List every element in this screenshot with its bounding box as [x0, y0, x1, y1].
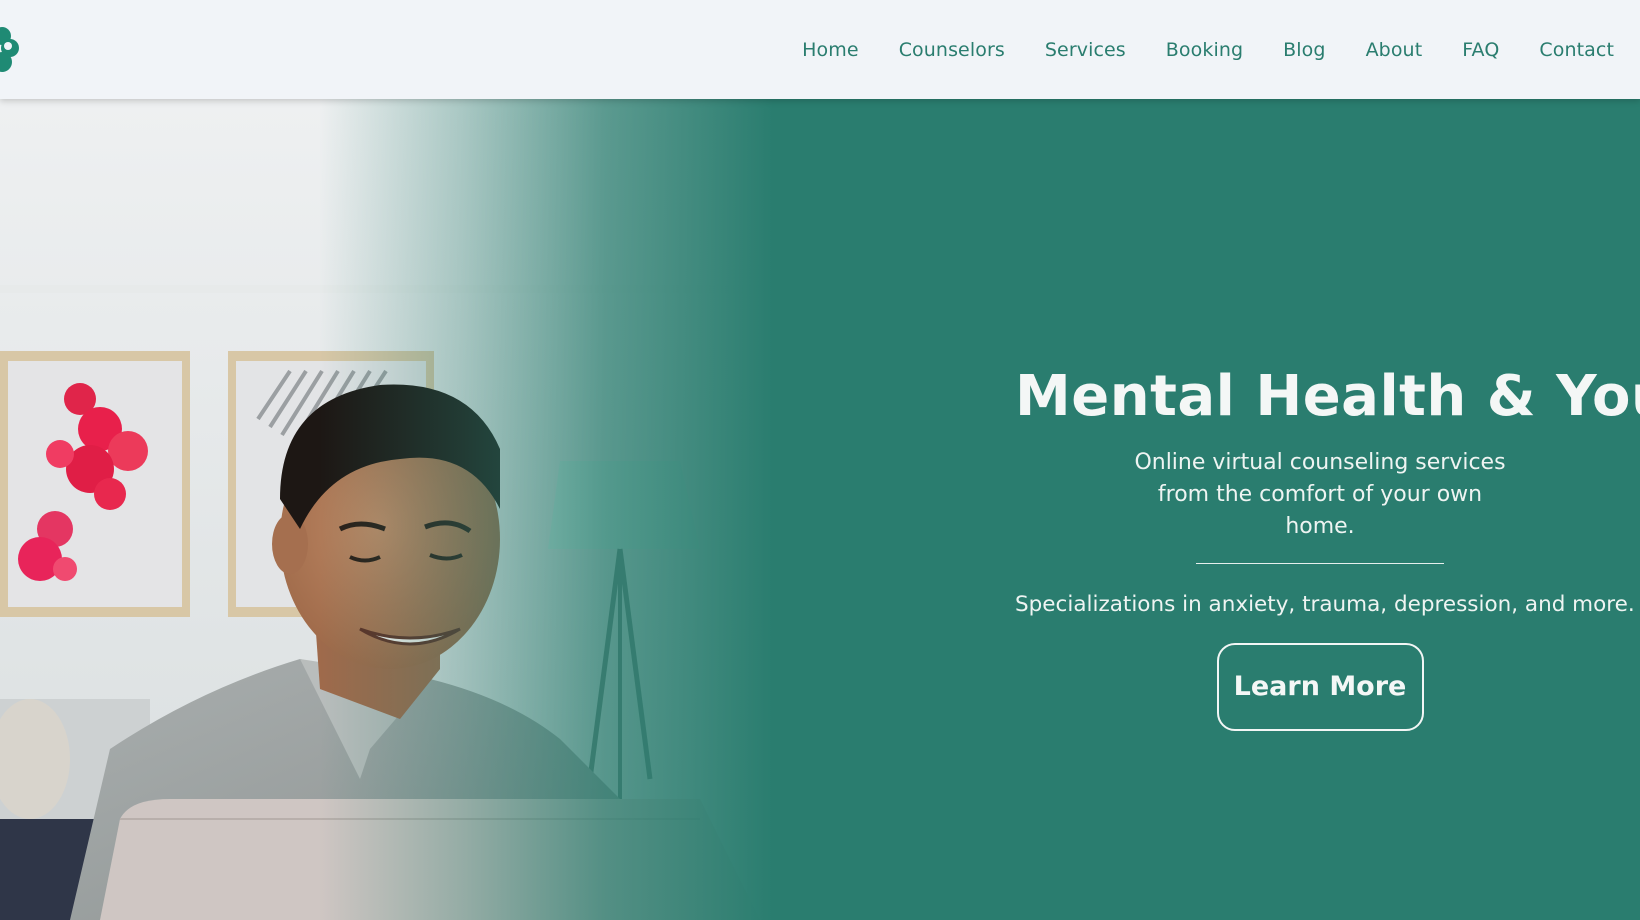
learn-more-button[interactable]: Learn More	[1216, 643, 1424, 731]
nav-home-link[interactable]: Home	[802, 39, 859, 61]
nav-contact-link[interactable]: Contact	[1539, 39, 1614, 61]
nav-about-link[interactable]: About	[1366, 39, 1423, 61]
top-navbar: Home Counselors Services Booking Blog Ab…	[0, 0, 1640, 99]
nav-menu: Home Counselors Services Booking Blog Ab…	[762, 0, 1614, 99]
leaf-cluster-icon[interactable]	[0, 26, 22, 74]
hero-section: Mental Health & You Online virtual couns…	[0, 99, 1640, 920]
hero-title: Mental Health & You	[1015, 364, 1640, 429]
nav-booking-link[interactable]: Booking	[1166, 39, 1243, 61]
hero-subtitle: Online virtual counseling services from …	[1134, 450, 1506, 539]
photo-fade-overlay	[0, 99, 840, 920]
hero-content: Mental Health & You Online virtual couns…	[1015, 364, 1640, 731]
nav-services-link[interactable]: Services	[1045, 39, 1126, 61]
hero-divider	[1196, 563, 1444, 564]
nav-faq-link[interactable]: FAQ	[1462, 39, 1499, 61]
nav-counselors-link[interactable]: Counselors	[899, 39, 1005, 61]
hero-specializations: Specializations in anxiety, trauma, depr…	[1015, 592, 1635, 617]
nav-blog-link[interactable]: Blog	[1283, 39, 1325, 61]
